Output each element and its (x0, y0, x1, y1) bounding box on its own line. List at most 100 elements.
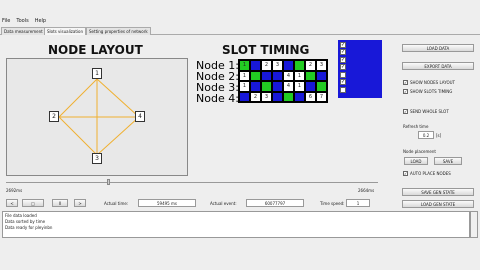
tab-data-measurement[interactable]: Data measurement (1, 27, 46, 35)
legend-item[interactable]: ✓ (340, 41, 380, 49)
link-1-2 (58, 78, 98, 118)
slot-cell: 4 (283, 81, 294, 92)
node-1[interactable]: 1 (92, 68, 102, 79)
slot-cell: 1 (294, 81, 305, 92)
timeline-handle[interactable] (107, 179, 110, 185)
refresh-time-input[interactable]: 0.2 (418, 131, 434, 139)
checkbox-label: AUTO PLACE NODES (410, 171, 451, 176)
menu-bar: File Tools Help (0, 17, 480, 25)
link-lines (58, 78, 140, 156)
checkbox-label: SHOW SLOTS TIMING (410, 89, 453, 94)
actual-time-label: Actual time: (104, 201, 129, 206)
checkbox-label: SEND WHOLE SLOT (410, 109, 449, 114)
checkbox-unchecked-icon[interactable] (340, 71, 346, 78)
slot-cell (294, 91, 305, 102)
node-layout-canvas: 1 2 3 4 (6, 58, 188, 176)
slot-cell (305, 81, 316, 92)
slot-cell (250, 60, 261, 71)
next-button[interactable]: > (74, 199, 86, 207)
slot-cell: 3 (261, 91, 272, 102)
legend-item[interactable]: ✓ (340, 56, 380, 64)
send-whole-slot-checkbox[interactable]: ✓ SEND WHOLE SLOT (403, 109, 449, 114)
checkbox-checked-icon: ✓ (403, 109, 408, 114)
timeline-start-label: 2692ms (6, 188, 23, 193)
menu-help[interactable]: Help (35, 18, 46, 24)
node-layout-title: NODE LAYOUT (48, 43, 143, 57)
node-2[interactable]: 2 (49, 111, 59, 122)
checkbox-checked-icon: ✓ (403, 89, 408, 94)
slot-cell (283, 91, 294, 102)
tab-network-properties[interactable]: Setting properties of network (86, 27, 151, 35)
slot-cell: 1 (239, 81, 250, 92)
tab-bar: Data measurement Slots visualization Set… (0, 27, 480, 35)
legend-item[interactable] (340, 86, 380, 94)
slot-cell: 4 (283, 70, 294, 81)
slot-legend: ✓ ✓ ✓ ✓ ✓ (338, 40, 382, 98)
load-data-button[interactable]: LOAD DATA (402, 44, 474, 52)
slot-cell (250, 81, 261, 92)
node-placement-save-button[interactable]: SAVE (434, 157, 462, 165)
slot-cell: 7 (316, 91, 327, 102)
slot-cell: 1 (294, 70, 305, 81)
slot-cell: 2 (250, 91, 261, 102)
slot-cell (316, 81, 327, 92)
tab-slots-visualization[interactable]: Slots visualization (44, 27, 87, 35)
menu-file[interactable]: File (2, 18, 10, 24)
node-3[interactable]: 3 (92, 153, 102, 164)
slot-cell (250, 70, 261, 81)
checkbox-checked-icon[interactable]: ✓ (340, 41, 346, 48)
legend-item[interactable]: ✓ (340, 79, 380, 87)
console-scrollbar[interactable] (470, 211, 478, 238)
export-data-button[interactable]: EXPORT DATA (402, 62, 474, 70)
node-4[interactable]: 4 (135, 111, 145, 122)
link-1-4 (96, 78, 140, 118)
pause-button[interactable]: II (52, 199, 68, 207)
refresh-time-unit: [s] (436, 133, 442, 138)
slot-cell (272, 91, 283, 102)
slot-cell (305, 70, 316, 81)
link-4-3 (96, 116, 140, 156)
refresh-time-label: Refresh time (403, 124, 429, 129)
legend-item[interactable]: ✓ (340, 64, 380, 72)
actual-time-field: 59495 ms (138, 199, 196, 207)
timeline-track[interactable] (6, 182, 378, 183)
time-speed-field[interactable]: 1 (346, 199, 370, 207)
log-line: Data ready for pleyinbn (5, 225, 53, 230)
slot-cell (272, 70, 283, 81)
slot-cell (261, 81, 272, 92)
slot-cell: 3 (272, 60, 283, 71)
slot-cell: 3 (316, 60, 327, 71)
slot-cell (294, 60, 305, 71)
legend-item[interactable] (340, 71, 380, 79)
slot-cell: 2 (261, 60, 272, 71)
checkbox-checked-icon[interactable]: ✓ (340, 79, 346, 86)
checkbox-checked-icon[interactable]: ✓ (340, 49, 346, 56)
menu-tools[interactable]: Tools (16, 18, 28, 24)
prev-button[interactable]: < (6, 199, 18, 207)
checkbox-checked-icon[interactable]: ✓ (340, 64, 346, 71)
node-placement-label: Node placement (403, 149, 436, 154)
actual-event-label: Actual event: (210, 201, 237, 206)
timeline-end-label: 2664ms (358, 188, 375, 193)
legend-item[interactable]: ✓ (340, 49, 380, 57)
actual-event-field: 60077797 (246, 199, 304, 207)
load-gen-state-button[interactable]: LOAD GEN STATE (402, 200, 474, 208)
slot-cell: 1 (239, 70, 250, 81)
show-slots-timing-checkbox[interactable]: ✓ SHOW SLOTS TIMING (403, 89, 452, 94)
node-placement-load-button[interactable]: LOAD (404, 157, 428, 165)
checkbox-unchecked-icon[interactable] (340, 86, 346, 93)
checkbox-checked-icon: ✓ (403, 80, 408, 85)
slot-cell: 2 (305, 60, 316, 71)
auto-place-nodes-checkbox[interactable]: ✓ AUTO PLACE NODES (403, 171, 451, 176)
log-console[interactable]: File data loaded Data sorted by time Dat… (2, 211, 470, 238)
show-nodes-layout-checkbox[interactable]: ✓ SHOW NODES LAYOUT (403, 80, 455, 85)
slot-cell: 6 (305, 91, 316, 102)
slot-cell (316, 70, 327, 81)
slot-row-label: Node 4: (196, 92, 239, 105)
save-gen-state-button[interactable]: SAVE GEN STATE (402, 188, 474, 196)
stop-button[interactable]: □ (22, 199, 44, 207)
slot-timing-grid: 123231411412367 (238, 59, 328, 103)
checkbox-checked-icon: ✓ (403, 171, 408, 176)
checkbox-checked-icon[interactable]: ✓ (340, 56, 346, 63)
checkbox-label: SHOW NODES LAYOUT (410, 80, 455, 85)
